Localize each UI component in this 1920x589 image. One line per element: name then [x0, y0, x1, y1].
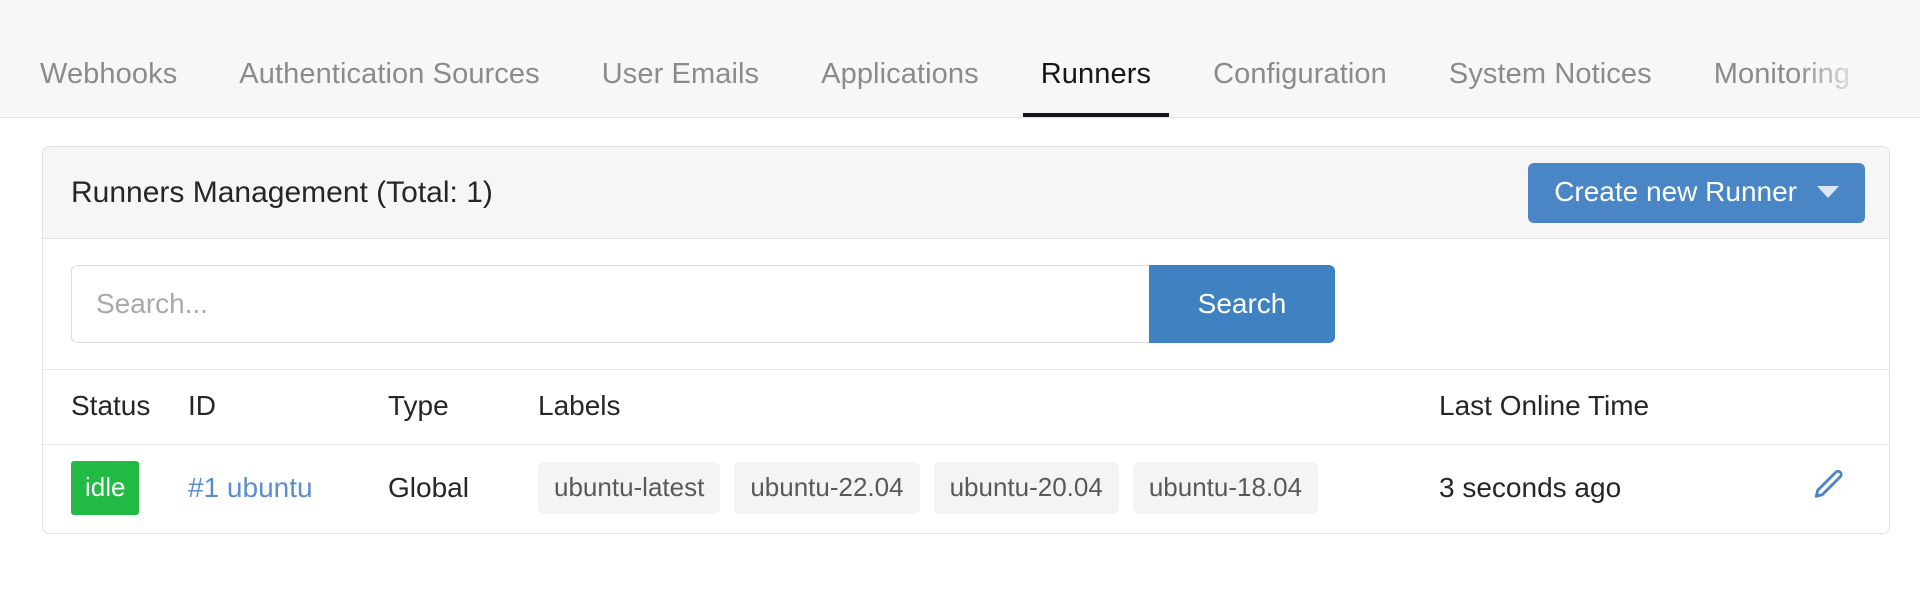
runners-table: Status ID Type Labels Last Online Time i… — [43, 370, 1889, 533]
create-new-runner-button[interactable]: Create new Runner — [1528, 163, 1865, 223]
runners-panel: Runners Management (Total: 1) Create new… — [42, 146, 1890, 534]
runners-table-head: Status ID Type Labels Last Online Time — [43, 370, 1889, 445]
label-chip: ubuntu-18.04 — [1133, 462, 1318, 514]
runner-id-link[interactable]: #1 ubuntu — [188, 472, 313, 503]
cell-actions — [1769, 445, 1889, 534]
cell-labels: ubuntu-latest ubuntu-22.04 ubuntu-20.04 … — [538, 445, 1439, 534]
runners-panel-header: Runners Management (Total: 1) Create new… — [43, 147, 1889, 239]
search-row: Search — [43, 239, 1889, 370]
page-title: Runners Management (Total: 1) — [71, 178, 493, 208]
cell-id: #1 ubuntu — [188, 445, 388, 534]
label-chip: ubuntu-latest — [538, 462, 720, 514]
tab-authentication-sources[interactable]: Authentication Sources — [239, 60, 539, 117]
tab-applications[interactable]: Applications — [821, 60, 979, 117]
tab-configuration[interactable]: Configuration — [1213, 60, 1387, 117]
label-chip-list: ubuntu-latest ubuntu-22.04 ubuntu-20.04 … — [538, 462, 1439, 514]
tab-user-emails[interactable]: User Emails — [602, 60, 759, 117]
table-row: idle #1 ubuntu Global ubuntu-latest ubun… — [43, 445, 1889, 534]
column-header-actions — [1769, 370, 1889, 445]
edit-pencil-icon[interactable] — [1811, 467, 1847, 510]
create-new-runner-label: Create new Runner — [1554, 178, 1797, 206]
search-button[interactable]: Search — [1149, 265, 1335, 343]
column-header-status: Status — [43, 370, 188, 445]
search-input[interactable] — [71, 265, 1149, 343]
page-content: Runners Management (Total: 1) Create new… — [0, 118, 1920, 534]
table-header-row: Status ID Type Labels Last Online Time — [43, 370, 1889, 445]
tab-runners[interactable]: Runners — [1041, 60, 1151, 117]
column-header-type: Type — [388, 370, 538, 445]
search-group: Search — [71, 265, 1335, 343]
tab-monitoring[interactable]: Monitoring — [1714, 60, 1850, 117]
cell-status: idle — [43, 445, 188, 534]
runners-table-body: idle #1 ubuntu Global ubuntu-latest ubun… — [43, 445, 1889, 534]
tab-webhooks[interactable]: Webhooks — [40, 60, 177, 117]
column-header-id: ID — [188, 370, 388, 445]
column-header-last-online-time: Last Online Time — [1439, 370, 1769, 445]
label-chip: ubuntu-22.04 — [734, 462, 919, 514]
admin-nav-tabs: Webhooks Authentication Sources User Ema… — [0, 0, 1920, 118]
chevron-down-icon — [1817, 186, 1839, 198]
tab-system-notices[interactable]: System Notices — [1449, 60, 1652, 117]
cell-last-online-time: 3 seconds ago — [1439, 445, 1769, 534]
column-header-labels: Labels — [538, 370, 1439, 445]
status-badge: idle — [71, 461, 139, 515]
cell-type: Global — [388, 445, 538, 534]
label-chip: ubuntu-20.04 — [934, 462, 1119, 514]
